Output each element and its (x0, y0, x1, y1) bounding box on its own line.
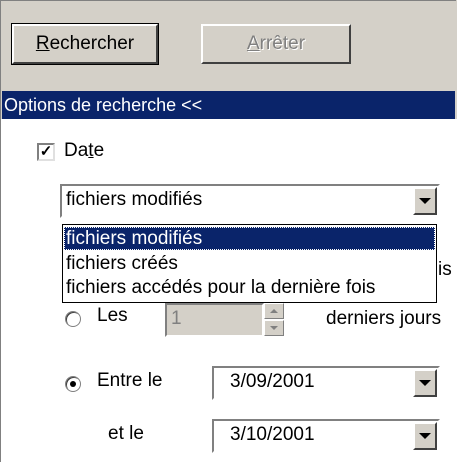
last-days-value: 1 (171, 308, 182, 329)
search-options-header[interactable]: Options de recherche << (2, 91, 455, 119)
start-date-value: 3/09/2001 (230, 371, 315, 392)
start-date-picker[interactable]: 3/09/2001 (212, 366, 440, 400)
stop-button-label: Arrêter (246, 33, 306, 54)
last-days-label: Les (97, 305, 128, 326)
end-date-value: 3/10/2001 (230, 424, 315, 445)
start-date-dropdown-button[interactable] (413, 369, 437, 397)
spin-up-button[interactable] (264, 303, 284, 319)
date-type-dropdown-button[interactable] (413, 187, 437, 215)
date-type-selected-value: fichiers modifiés (66, 189, 203, 210)
between-label: Entre le (97, 370, 163, 391)
dropdown-option-modified[interactable]: fichiers modifiés (64, 227, 435, 250)
panel-edge (457, 0, 462, 462)
last-days-input[interactable]: 1 (165, 303, 264, 337)
end-date-picker[interactable]: 3/10/2001 (212, 419, 440, 453)
spin-down-button[interactable] (264, 320, 284, 336)
chevron-down-icon (419, 433, 431, 439)
last-days-radio[interactable] (65, 311, 81, 327)
between-radio[interactable] (65, 376, 81, 392)
arrow-up-icon (270, 309, 278, 313)
chevron-down-icon (419, 380, 431, 386)
area-left-border (0, 119, 1, 462)
dropdown-option-created[interactable]: fichiers créés (64, 252, 435, 275)
chevron-down-icon (419, 198, 431, 204)
last-days-suffix: derniers jours (326, 308, 442, 329)
radio-selected-dot (70, 381, 76, 387)
last-days-spinner[interactable] (264, 303, 284, 337)
hidden-option-text: is (438, 259, 452, 280)
search-button-label: Rechercher (35, 33, 135, 54)
date-checkbox[interactable]: ✓ (37, 143, 55, 161)
date-type-dropdown-list: fichiers modifiés fichiers créés fichier… (62, 224, 437, 303)
search-options-header-label: Options de recherche << (4, 95, 203, 115)
date-type-select[interactable]: fichiers modifiés (60, 184, 440, 218)
search-button[interactable]: Rechercher (11, 23, 159, 65)
end-date-dropdown-button[interactable] (413, 422, 437, 450)
date-checkbox-label: Date (64, 140, 105, 161)
stop-button: Arrêter (201, 24, 351, 64)
end-date-label: et le (108, 423, 144, 444)
dropdown-option-accessed[interactable]: fichiers accédés pour la dernière fois (64, 276, 435, 299)
arrow-down-icon (270, 326, 278, 330)
